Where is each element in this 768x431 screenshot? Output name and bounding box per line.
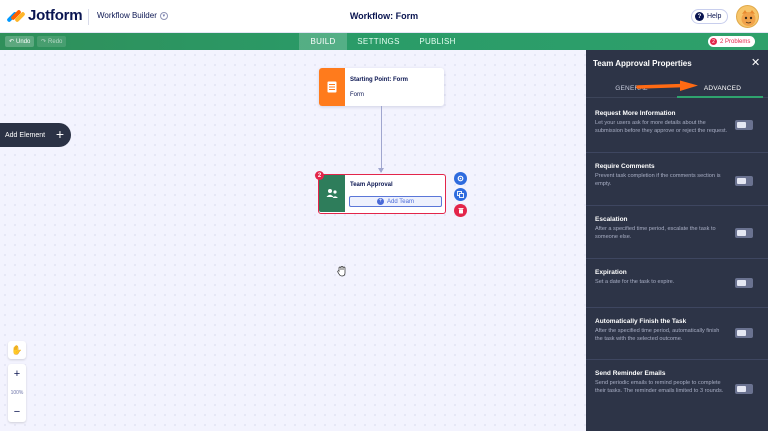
help-label: Help (707, 13, 722, 20)
property-title: Require Comments (595, 163, 655, 170)
builder-selector[interactable]: Workflow Builder ▾ (97, 11, 168, 20)
avatar-icon (741, 10, 756, 26)
builder-label: Workflow Builder (97, 11, 157, 20)
jotform-logo-icon (6, 8, 26, 24)
hand-icon: ✋ (11, 344, 23, 355)
tab-settings[interactable]: SETTINGS (347, 33, 410, 50)
close-icon[interactable]: ✕ (751, 56, 760, 69)
property-send-reminder-emails: Send Reminder Emails Send periodic email… (586, 360, 768, 431)
toggle-knob (737, 230, 746, 236)
team-node-title: Team Approval (350, 182, 393, 188)
toggle-knob (737, 178, 746, 184)
properties-panel: Team Approval Properties ✕ GENERAL ADVAN… (586, 50, 768, 431)
start-node-subtitle: Form (350, 92, 364, 98)
automatically-finish-task-toggle[interactable] (735, 328, 753, 338)
zoom-out-button[interactable]: − (8, 402, 26, 422)
zoom-level: 100% (10, 390, 24, 396)
form-icon (319, 68, 345, 106)
toggle-knob (737, 386, 746, 392)
property-description: Send periodic emails to remind people to… (595, 380, 724, 394)
panel-title: Team Approval Properties (593, 59, 692, 68)
pan-tool-button[interactable]: ✋ (8, 341, 26, 359)
property-title: Expiration (595, 269, 627, 276)
node-settings-button[interactable] (454, 172, 467, 185)
node-connector (381, 106, 382, 172)
duplicate-icon (457, 191, 464, 198)
chevron-down-icon: ▾ (159, 11, 168, 20)
hand-cursor-icon (337, 264, 347, 282)
tab-publish[interactable]: PUBLISH (410, 33, 465, 50)
trash-icon (458, 208, 463, 214)
toggle-knob (737, 330, 746, 336)
property-escalation: Escalation After a specified time period… (586, 206, 768, 259)
property-description: Prevent task completion if the comments … (595, 173, 721, 187)
property-description: After the specified time period, automat… (595, 328, 720, 342)
undo-button[interactable]: ↶ Undo (5, 36, 35, 47)
help-button[interactable]: ? Help (691, 9, 729, 24)
property-description: Set a date for the task to expire. (595, 279, 675, 285)
starting-point-node[interactable]: Starting Point: Form Form (319, 68, 444, 106)
annotation-arrow-icon (636, 80, 700, 99)
property-request-more-information: Request More Information Let your users … (586, 100, 768, 153)
problems-count-icon: 2 (710, 38, 717, 45)
builder-toolbar: ↶ Undo ↷ Redo BUILD SETTINGS PUBLISH 2 2… (0, 33, 768, 50)
property-title: Automatically Finish the Task (595, 318, 687, 325)
property-description: Let your users ask for more details abou… (595, 120, 728, 134)
problems-button[interactable]: 2 2 Problems (708, 36, 756, 47)
add-element-label: Add Element (5, 131, 46, 139)
connector-arrow-icon (378, 168, 384, 173)
add-team-label: Add Team (387, 198, 414, 205)
brand-name: Jotform (28, 7, 83, 24)
zoom-in-button[interactable]: + (8, 364, 26, 384)
redo-icon: ↷ (41, 39, 47, 45)
problems-label: 2 Problems (720, 38, 751, 45)
node-duplicate-button[interactable] (454, 188, 467, 201)
undo-icon: ↶ (9, 39, 15, 45)
question-icon: ? (695, 12, 704, 21)
team-icon (319, 175, 345, 212)
toggle-knob (737, 280, 746, 286)
tab-build[interactable]: BUILD (299, 33, 347, 50)
escalation-toggle[interactable] (735, 228, 753, 238)
require-comments-toggle[interactable] (735, 176, 753, 186)
property-automatically-finish-task: Automatically Finish the Task After the … (586, 308, 768, 360)
avatar[interactable] (736, 5, 759, 28)
property-title: Send Reminder Emails (595, 370, 666, 377)
property-title: Escalation (595, 216, 628, 223)
property-require-comments: Require Comments Prevent task completion… (586, 153, 768, 206)
send-reminder-emails-toggle[interactable] (735, 384, 753, 394)
team-approval-node[interactable]: Team Approval + Add Team (318, 174, 446, 214)
gear-icon (457, 175, 464, 182)
header-divider (88, 9, 89, 25)
property-title: Request More Information (595, 110, 676, 117)
workflow-canvas[interactable]: Add Element + (0, 50, 586, 431)
jotform-logo[interactable]: Jotform (6, 7, 83, 24)
property-expiration: Expiration Set a date for the task to ex… (586, 259, 768, 308)
panel-header: Team Approval Properties ✕ (586, 50, 768, 76)
node-delete-button[interactable] (454, 204, 467, 217)
redo-label: Redo (48, 38, 63, 45)
request-more-information-toggle[interactable] (735, 120, 753, 130)
plus-circle-icon: + (377, 198, 385, 205)
add-element-button[interactable]: Add Element + (0, 123, 71, 147)
property-description: After a specified time period, escalate … (595, 226, 716, 240)
expiration-toggle[interactable] (735, 278, 753, 288)
top-header: Jotform Workflow Builder ▾ Workflow: For… (0, 0, 768, 33)
start-node-title: Starting Point: Form (350, 77, 408, 83)
zoom-controls: ✋ + 100% − (8, 341, 26, 422)
zoom-bar: + 100% − (8, 364, 26, 422)
undo-label: Undo (16, 38, 31, 45)
toggle-knob (737, 122, 746, 128)
plus-icon: + (55, 126, 64, 142)
error-count-badge: 2 (315, 171, 324, 180)
add-team-button[interactable]: + Add Team (349, 196, 442, 207)
builder-tabs: BUILD SETTINGS PUBLISH (299, 33, 465, 50)
redo-button[interactable]: ↷ Redo (37, 36, 67, 47)
